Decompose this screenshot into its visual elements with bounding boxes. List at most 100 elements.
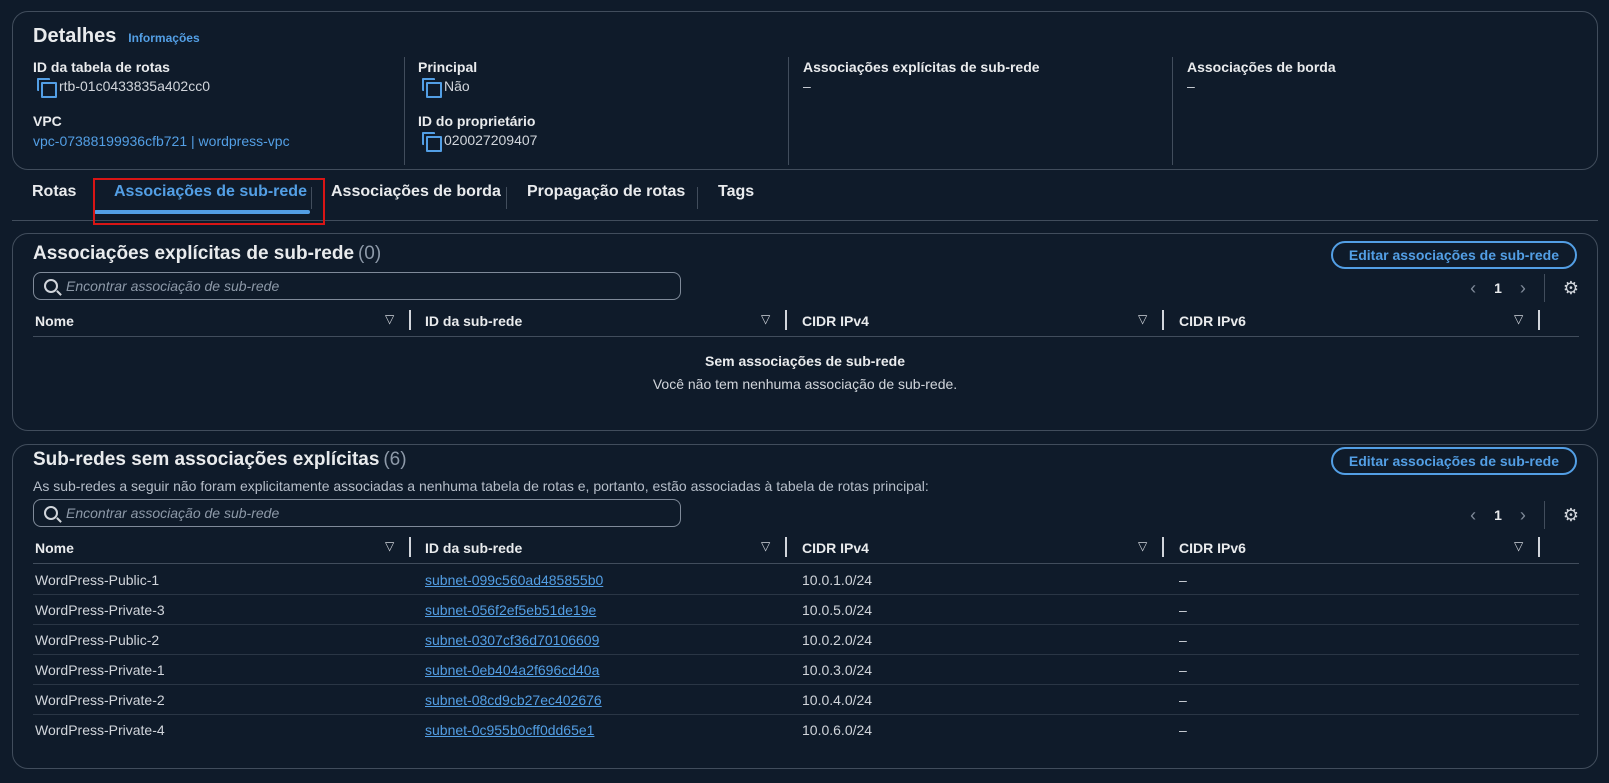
chevron-right-icon[interactable]: › xyxy=(1520,278,1526,299)
column-header-cidr-ipv6[interactable]: CIDR IPv6 xyxy=(1179,313,1246,329)
column-resizer[interactable] xyxy=(1538,310,1540,330)
subnet-id-link[interactable]: subnet-0307cf36d70106609 xyxy=(425,632,599,648)
empty-state-text: Você não tem nenhuma associação de sub-r… xyxy=(652,376,958,392)
cidr-ipv6: – xyxy=(1179,692,1187,708)
column-resizer[interactable] xyxy=(785,310,787,330)
tab-separator xyxy=(506,187,507,209)
explicit-header: Associações explícitas de sub-rede (0) xyxy=(33,243,381,265)
cidr-ipv4: 10.0.2.0/24 xyxy=(802,632,873,648)
page-number[interactable]: 1 xyxy=(1494,280,1502,296)
cidr-ipv4: 10.0.6.0/24 xyxy=(802,722,873,738)
column-header-cidr-ipv4[interactable]: CIDR IPv4 xyxy=(802,313,869,329)
subnet-name: WordPress-Private-1 xyxy=(35,662,165,678)
tab-separator xyxy=(697,187,698,209)
column-header-subnet-id[interactable]: ID da sub-rede xyxy=(425,313,522,329)
table-row[interactable]: WordPress-Private-3 subnet-056f2ef5eb51d… xyxy=(33,595,1579,625)
principal-label: Principal xyxy=(418,59,478,75)
highlight-box xyxy=(93,178,325,225)
sort-icon[interactable]: ▽ xyxy=(1138,539,1147,553)
explicit-title: Associações explícitas de sub-rede xyxy=(33,243,355,264)
subnet-name: WordPress-Private-4 xyxy=(35,722,165,738)
unassoc-count: (6) xyxy=(383,449,407,470)
tab-edge-associations[interactable]: Associações de borda xyxy=(331,183,501,201)
table-row[interactable]: WordPress-Private-1 subnet-0eb404a2f696c… xyxy=(33,655,1579,685)
table-row[interactable]: WordPress-Public-1 subnet-099c560ad48585… xyxy=(33,565,1579,595)
table-row[interactable]: WordPress-Private-2 subnet-08cd9cb27ec40… xyxy=(33,685,1579,715)
column-header-cidr-ipv4[interactable]: CIDR IPv4 xyxy=(802,540,869,556)
column-resizer[interactable] xyxy=(409,310,411,330)
table-row[interactable]: WordPress-Private-4 subnet-0c955b0cff0dd… xyxy=(33,715,1579,745)
search-input[interactable] xyxy=(66,505,656,521)
unassoc-description: As sub-redes a seguir não foram explicit… xyxy=(33,478,929,494)
search-icon xyxy=(44,506,58,520)
search-input[interactable] xyxy=(66,278,656,294)
chevron-right-icon[interactable]: › xyxy=(1520,505,1526,526)
owner-value: 020027209407 xyxy=(444,132,538,148)
cidr-ipv4: 10.0.5.0/24 xyxy=(802,602,873,618)
subnet-id-link[interactable]: subnet-099c560ad485855b0 xyxy=(425,572,603,588)
chevron-left-icon[interactable]: ‹ xyxy=(1470,505,1476,526)
cidr-ipv6: – xyxy=(1179,572,1187,588)
divider xyxy=(404,57,405,165)
table-header: Nome ▽ ID da sub-rede ▽ CIDR IPv4 ▽ CIDR… xyxy=(33,307,1579,337)
explicit-assoc-value: – xyxy=(803,78,811,94)
unassoc-title: Sub-redes sem associações explícitas xyxy=(33,449,380,470)
vpc-link[interactable]: vpc-07388199936cfb721 | wordpress-vpc xyxy=(33,133,290,149)
subnet-id-link[interactable]: subnet-056f2ef5eb51de19e xyxy=(425,602,596,618)
subnet-id-link[interactable]: subnet-0c955b0cff0dd65e1 xyxy=(425,722,594,738)
divider xyxy=(1172,57,1173,165)
pagination: ‹ 1 › ⚙ xyxy=(1470,501,1579,529)
sort-icon[interactable]: ▽ xyxy=(761,312,770,326)
copy-icon[interactable] xyxy=(422,78,442,98)
table-row[interactable]: WordPress-Public-2 subnet-0307cf36d70106… xyxy=(33,625,1579,655)
details-panel: Detalhes Informações ID da tabela de rot… xyxy=(12,11,1598,170)
column-header-name[interactable]: Nome xyxy=(35,313,74,329)
principal-value: Não xyxy=(444,78,470,94)
subnet-id-link[interactable]: subnet-08cd9cb27ec402676 xyxy=(425,692,602,708)
gear-icon[interactable]: ⚙ xyxy=(1563,505,1579,526)
column-header-name[interactable]: Nome xyxy=(35,540,74,556)
sort-icon[interactable]: ▽ xyxy=(385,539,394,553)
owner-label: ID do proprietário xyxy=(418,113,536,129)
sort-icon[interactable]: ▽ xyxy=(1514,539,1523,553)
column-resizer[interactable] xyxy=(1162,537,1164,557)
route-table-id: rtb-01c0433835a402cc0 xyxy=(59,78,211,94)
sort-icon[interactable]: ▽ xyxy=(1514,312,1523,326)
unassoc-search[interactable] xyxy=(33,499,681,527)
page-number[interactable]: 1 xyxy=(1494,507,1502,523)
tab-rotas[interactable]: Rotas xyxy=(32,183,76,201)
column-resizer[interactable] xyxy=(785,537,787,557)
explicit-search[interactable] xyxy=(33,272,681,300)
edge-assoc-label: Associações de borda xyxy=(1187,59,1336,75)
table-header: Nome ▽ ID da sub-rede ▽ CIDR IPv4 ▽ CIDR… xyxy=(33,534,1579,564)
sort-icon[interactable]: ▽ xyxy=(385,312,394,326)
unassociated-subnets-panel: Sub-redes sem associações explícitas (6)… xyxy=(12,444,1598,769)
copy-icon[interactable] xyxy=(37,78,57,98)
cidr-ipv4: 10.0.4.0/24 xyxy=(802,692,873,708)
route-table-id-label: ID da tabela de rotas xyxy=(33,59,170,75)
cidr-ipv6: – xyxy=(1179,602,1187,618)
gear-icon[interactable]: ⚙ xyxy=(1563,278,1579,299)
sort-icon[interactable]: ▽ xyxy=(1138,312,1147,326)
details-title: Detalhes xyxy=(33,25,117,47)
edit-subnet-associations-button[interactable]: Editar associações de sub-rede xyxy=(1330,241,1577,269)
sort-icon[interactable]: ▽ xyxy=(761,539,770,553)
info-link[interactable]: Informações xyxy=(128,31,199,45)
subnet-name: WordPress-Private-2 xyxy=(35,692,165,708)
tab-route-propagation[interactable]: Propagação de rotas xyxy=(527,183,685,201)
column-header-cidr-ipv6[interactable]: CIDR IPv6 xyxy=(1179,540,1246,556)
cidr-ipv6: – xyxy=(1179,662,1187,678)
tab-tags[interactable]: Tags xyxy=(718,183,754,201)
column-resizer[interactable] xyxy=(409,537,411,557)
column-resizer[interactable] xyxy=(1162,310,1164,330)
chevron-left-icon[interactable]: ‹ xyxy=(1470,278,1476,299)
explicit-assoc-label: Associações explícitas de sub-rede xyxy=(803,59,1040,75)
column-resizer[interactable] xyxy=(1538,537,1540,557)
cidr-ipv4: 10.0.3.0/24 xyxy=(802,662,873,678)
subnet-id-link[interactable]: subnet-0eb404a2f696cd40a xyxy=(425,662,599,678)
cidr-ipv4: 10.0.1.0/24 xyxy=(802,572,873,588)
edit-subnet-associations-button[interactable]: Editar associações de sub-rede xyxy=(1330,447,1577,475)
copy-icon[interactable] xyxy=(422,132,442,152)
column-header-subnet-id[interactable]: ID da sub-rede xyxy=(425,540,522,556)
pagination: ‹ 1 › ⚙ xyxy=(1470,274,1579,302)
